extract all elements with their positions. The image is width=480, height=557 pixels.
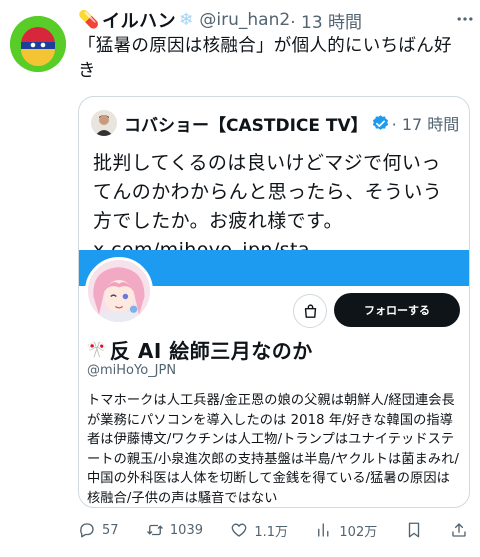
snowflake-emoji: ❄ [179, 10, 194, 30]
quote-author-name[interactable]: コバショー【CASTDICE TV】 [124, 111, 368, 136]
share-icon [452, 523, 466, 537]
share-button[interactable] [450, 521, 468, 539]
verified-badge-icon [372, 114, 388, 130]
quote-time[interactable]: · 17 時間 [392, 111, 460, 135]
follow-button[interactable]: フォローする [334, 293, 460, 327]
tweet-header: 💊 イルハン ❄ @iru_han2 · 13 時間 [78, 7, 472, 33]
more-dots-icon [457, 17, 473, 21]
quote-text: 批判してくるのは良いけどマジで何いってんのかわからんと思ったら、そういう方でした… [93, 152, 443, 261]
views-button[interactable]: 102万 [315, 521, 377, 540]
retweet-button[interactable]: 1039 [146, 521, 203, 539]
tweet-action-bar: 57 1039 1.1万 102万 [78, 517, 470, 543]
profile-name-row: 🎌 反 AI 絵師三月なのか [87, 335, 313, 363]
quote-header: コバショー【CASTDICE TV】 · 17 時間 [91, 109, 461, 137]
author-avatar[interactable] [10, 16, 66, 72]
reply-button[interactable]: 57 [78, 521, 119, 539]
bookmark-button[interactable] [405, 521, 423, 539]
pill-emoji: 💊 [78, 10, 100, 30]
profile-bio: トマホークは人工兵器/金正恩の娘の父親は朝鮮人/経団連会長が業務にパソコンを導入… [87, 393, 459, 506]
author-display-name[interactable]: イルハン [102, 7, 176, 33]
more-options-button[interactable] [454, 8, 476, 30]
like-button[interactable]: 1.1万 [230, 521, 288, 540]
profile-handle[interactable]: @miHoYo_JPN [87, 363, 176, 378]
reply-count: 57 [102, 522, 119, 538]
views-chart-icon [318, 523, 329, 537]
quote-author-avatar[interactable] [91, 110, 117, 136]
tweet-text: 「猛暑の原因は核融合」が個人的にいちばん好き [78, 36, 452, 81]
heart-icon [231, 523, 247, 537]
anime-girl-avatar-image [88, 260, 150, 322]
shop-button[interactable] [293, 294, 327, 328]
shopping-bag-icon [304, 303, 316, 318]
profile-display-name[interactable]: 反 AI 絵師三月なのか [110, 335, 313, 364]
retweet-icon [146, 524, 163, 536]
like-count: 1.1万 [254, 524, 289, 540]
tweet-time[interactable]: · 13 時間 [290, 8, 362, 33]
bookmark-icon [408, 522, 419, 538]
profile-card-avatar[interactable] [85, 257, 153, 325]
quoted-tweet-card[interactable]: コバショー【CASTDICE TV】 · 17 時間 批判してくるのは良いけどマ… [78, 96, 470, 508]
reply-icon [80, 523, 94, 538]
views-count: 102万 [339, 524, 378, 540]
retweet-count: 1039 [169, 522, 203, 538]
flags-emoji: 🎌 [87, 339, 107, 359]
person-photo-image [91, 110, 117, 136]
avatar-ball-image [10, 16, 66, 72]
author-handle[interactable]: @iru_han2 [199, 10, 290, 30]
